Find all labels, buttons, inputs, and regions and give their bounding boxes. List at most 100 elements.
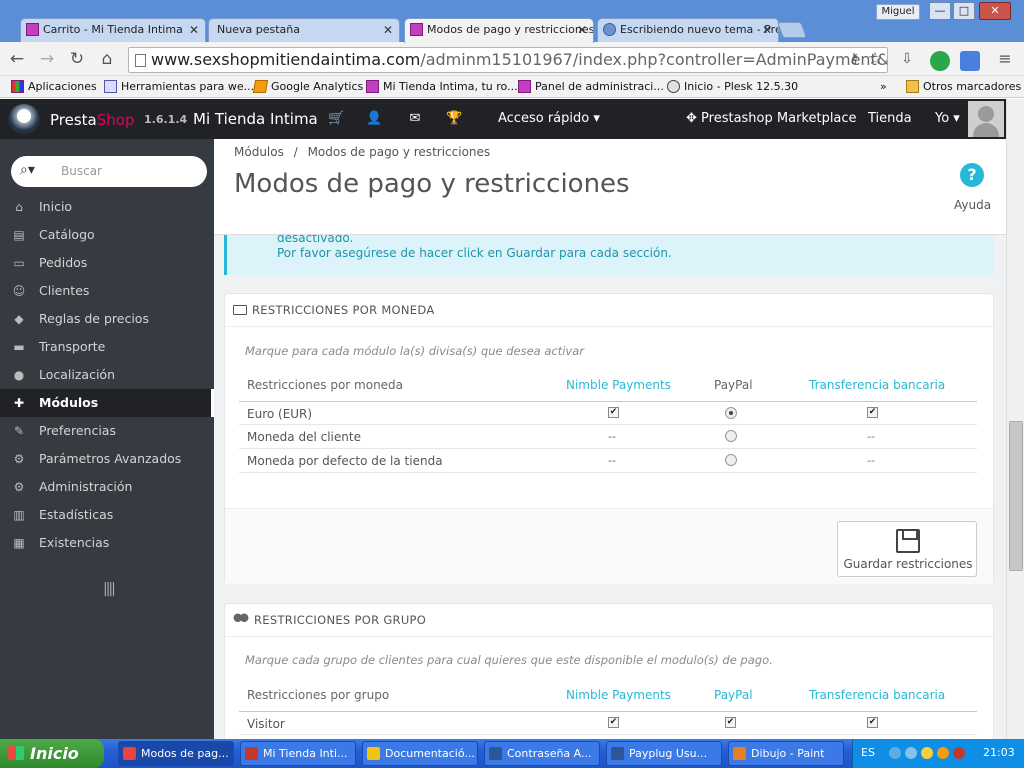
network-icon[interactable]: [889, 747, 901, 759]
sidebar-item-reglas[interactable]: ◆ Reglas de precios: [0, 305, 214, 333]
download-icon[interactable]: ⇩: [896, 48, 918, 70]
sidebar-item-pedidos[interactable]: ▭ Pedidos: [0, 249, 214, 277]
sidebar-item-modulos[interactable]: ✚ Módulos: [0, 389, 214, 417]
column-header-bank[interactable]: Transferencia bancaria: [809, 378, 945, 392]
employee-menu[interactable]: Yo ▾: [935, 111, 960, 126]
site-icon: [518, 80, 531, 93]
sidebar-item-clientes[interactable]: ☺ Clientes: [0, 277, 214, 305]
cart-icon[interactable]: 🛒: [328, 111, 344, 127]
envelope-icon[interactable]: ✉: [407, 111, 423, 127]
extension-translate-icon[interactable]: [960, 51, 980, 71]
page-title: Modos de pago y restricciones: [234, 169, 630, 199]
task-word-payplug[interactable]: Payplug Usu...: [606, 741, 722, 766]
column-header-nimble[interactable]: Nimble Payments: [566, 688, 671, 702]
bookmarks-overflow[interactable]: »: [880, 80, 887, 93]
nimble-checkbox[interactable]: ✔: [608, 407, 619, 418]
bookmark-panel-admin[interactable]: Panel de administraci...: [518, 80, 664, 93]
breadcrumb-root[interactable]: Módulos: [234, 145, 284, 159]
maximize-button[interactable]: □: [953, 2, 975, 20]
task-word-contrasena[interactable]: Contraseña A...: [484, 741, 600, 766]
address-bar[interactable]: www.sexshopmitiendaintima.com/adminm1510…: [128, 47, 888, 73]
bank-checkbox[interactable]: ✔: [867, 717, 878, 728]
avast-icon[interactable]: [937, 747, 949, 759]
new-tab-button[interactable]: [777, 22, 807, 38]
tab-close-icon[interactable]: ✕: [762, 19, 772, 41]
task-filezilla[interactable]: Mi Tienda Inti...: [240, 741, 356, 766]
sidebar-item-transporte[interactable]: ▬ Transporte: [0, 333, 214, 361]
tab-new[interactable]: Nueva pestaña ✕: [208, 18, 400, 42]
column-header-paypal[interactable]: PayPal: [714, 688, 753, 702]
trophy-icon[interactable]: 🏆: [446, 111, 462, 127]
chrome-icon: [123, 747, 136, 760]
prestashop-logo[interactable]: [8, 104, 40, 134]
bookmark-apps[interactable]: Aplicaciones: [11, 80, 97, 93]
help-icon[interactable]: ?: [960, 163, 984, 187]
quick-access-menu[interactable]: Acceso rápido ▾: [498, 111, 600, 126]
language-indicator[interactable]: ES: [861, 746, 875, 759]
avatar[interactable]: [968, 101, 1004, 137]
reload-icon[interactable]: ↻: [66, 48, 88, 70]
bookmark-herramientas[interactable]: Herramientas para we...: [104, 80, 254, 93]
bookmark-google-analytics[interactable]: Google Analytics: [252, 80, 363, 93]
bookmark-other[interactable]: Otros marcadores: [906, 80, 1021, 93]
volume-icon[interactable]: [921, 747, 933, 759]
apps-icon: [11, 80, 24, 93]
home-icon[interactable]: ⌂: [96, 48, 118, 70]
tab-close-icon[interactable]: ✕: [383, 19, 393, 41]
bank-checkbox[interactable]: ✔: [867, 407, 878, 418]
task-documentacion[interactable]: Documentació...: [362, 741, 478, 766]
bank-empty: --: [867, 430, 875, 443]
start-button[interactable]: Inicio: [0, 739, 104, 768]
menu-icon[interactable]: ≡: [994, 48, 1016, 70]
paypal-radio[interactable]: [725, 454, 737, 466]
security-icon[interactable]: [953, 747, 965, 759]
task-paint[interactable]: Dibujo - Paint: [728, 741, 844, 766]
marketplace-link[interactable]: ✥ Prestashop Marketplace: [686, 111, 857, 126]
key-icon[interactable]: ⚷: [843, 48, 865, 70]
breadcrumb-current: Modos de pago y restricciones: [307, 145, 491, 159]
paypal-radio[interactable]: [725, 407, 737, 419]
task-chrome[interactable]: Modos de pag...: [118, 741, 234, 766]
sidebar-item-catalogo[interactable]: ▤ Catálogo: [0, 221, 214, 249]
sidebar-item-localizacion[interactable]: ● Localización: [0, 361, 214, 389]
tab-label: Escribiendo nuevo tema - Pre: [620, 23, 779, 36]
bookmark-star-icon[interactable]: ☆: [864, 48, 886, 70]
scrollbar-thumb[interactable]: [1009, 421, 1023, 571]
shop-link[interactable]: Tienda: [868, 111, 912, 126]
tab-payment-modes[interactable]: Modos de pago y restricciones ✕: [404, 18, 594, 43]
search-icon[interactable]: ⌕▾: [20, 162, 35, 178]
sidebar-item-parametros[interactable]: ⚙ Parámetros Avanzados: [0, 445, 214, 473]
extension-grammarly-icon[interactable]: [930, 51, 950, 71]
folder-icon: [906, 80, 919, 93]
sidebar-item-inicio[interactable]: ⌂ Inicio: [0, 193, 214, 221]
sidebar-item-administracion[interactable]: ⚙ Administración: [0, 473, 214, 501]
sidebar-item-estadisticas[interactable]: ▥ Estadísticas: [0, 501, 214, 529]
user-icon[interactable]: 👤: [366, 111, 382, 127]
bookmark-plesk[interactable]: Inicio - Plesk 12.5.30: [667, 80, 798, 93]
page-scrollbar[interactable]: [1006, 99, 1024, 739]
back-button[interactable]: ←: [6, 48, 28, 70]
column-header-bank[interactable]: Transferencia bancaria: [809, 688, 945, 702]
save-restrictions-button[interactable]: Guardar restricciones: [837, 521, 977, 577]
forward-button[interactable]: →: [36, 48, 58, 70]
collapse-sidebar-icon[interactable]: ||||: [103, 581, 116, 597]
sidebar-item-preferencias[interactable]: ✎ Preferencias: [0, 417, 214, 445]
nimble-checkbox[interactable]: ✔: [608, 717, 619, 728]
store-name[interactable]: Mi Tienda Intima: [193, 110, 318, 128]
minimize-button[interactable]: —: [929, 2, 951, 20]
search-input[interactable]: ⌕▾ Buscar: [11, 156, 207, 187]
tab-new-topic[interactable]: Escribiendo nuevo tema - Pre ✕: [597, 18, 779, 42]
help-button[interactable]: Ayuda: [954, 198, 991, 212]
paypal-radio[interactable]: [725, 430, 737, 442]
bookmark-mi-tienda[interactable]: Mi Tienda Intima, tu ro...: [366, 80, 518, 93]
close-window-button[interactable]: ✕: [979, 2, 1011, 20]
tab-close-icon[interactable]: ✕: [189, 19, 199, 41]
tab-carrito[interactable]: Carrito - Mi Tienda Intima ✕: [20, 18, 206, 42]
monitor-icon[interactable]: [905, 747, 917, 759]
paypal-checkbox[interactable]: ✔: [725, 717, 736, 728]
profile-name[interactable]: Miguel: [876, 4, 920, 20]
puzzle-icon: ✚: [13, 396, 25, 410]
sidebar-item-existencias[interactable]: ▦ Existencias: [0, 529, 214, 557]
column-header-nimble[interactable]: Nimble Payments: [566, 378, 671, 392]
tab-close-icon[interactable]: ✕: [577, 19, 587, 41]
